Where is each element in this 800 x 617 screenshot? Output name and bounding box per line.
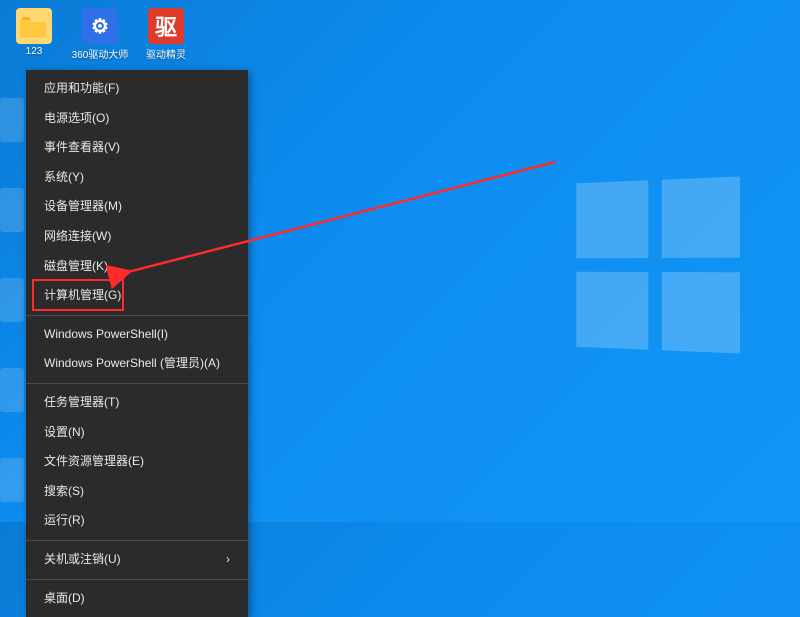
menu-separator [26,540,248,541]
menu-item-disk-mgmt[interactable]: 磁盘管理(K) [26,252,248,282]
app-icon: 驱 [148,8,184,44]
gear-icon: ⚙ [82,8,118,44]
icon-label: 360驱动大师 [72,46,129,61]
menu-item-run[interactable]: 运行(R) [26,506,248,536]
partial-icon[interactable] [0,458,24,502]
menu-separator [26,383,248,384]
partial-icon[interactable] [0,278,24,322]
desktop-icon-360drv[interactable]: ⚙ 360驱动大师 [78,8,122,61]
menu-item-device-manager[interactable]: 设备管理器(M) [26,192,248,222]
icon-label: 驱动精灵 [146,46,186,61]
menu-item-system[interactable]: 系统(Y) [26,163,248,193]
desktop-icon-123[interactable]: 123 [12,8,56,61]
menu-item-apps-features[interactable]: 应用和功能(F) [26,74,248,104]
menu-separator [26,315,248,316]
winx-context-menu: 应用和功能(F)电源选项(O)事件查看器(V)系统(Y)设备管理器(M)网络连接… [26,70,248,617]
desktop-icon-drvgenius[interactable]: 驱 驱动精灵 [144,8,188,61]
menu-item-event-viewer[interactable]: 事件查看器(V) [26,133,248,163]
partial-icon[interactable] [0,98,24,142]
menu-item-ps-admin[interactable]: Windows PowerShell (管理员)(A) [26,349,248,379]
menu-separator [26,579,248,580]
menu-item-settings[interactable]: 设置(N) [26,418,248,448]
menu-item-ps[interactable]: Windows PowerShell(I) [26,320,248,350]
partial-icon[interactable] [0,188,24,232]
icon-label: 123 [26,46,43,57]
menu-item-task-mgr[interactable]: 任务管理器(T) [26,388,248,418]
menu-item-computer-mgmt[interactable]: 计算机管理(G) [26,281,248,311]
menu-item-shutdown[interactable]: 关机或注销(U)› [26,545,248,575]
partial-icon[interactable] [0,368,24,412]
chevron-right-icon: › [226,552,230,568]
folder-icon [16,8,52,44]
menu-item-search[interactable]: 搜索(S) [26,477,248,507]
desktop-icons: 123 ⚙ 360驱动大师 驱 驱动精灵 [12,8,188,61]
menu-item-network-conn[interactable]: 网络连接(W) [26,222,248,252]
menu-item-power-options[interactable]: 电源选项(O) [26,104,248,134]
menu-item-file-explorer[interactable]: 文件资源管理器(E) [26,447,248,477]
menu-item-desktop[interactable]: 桌面(D) [26,584,248,614]
windows-logo [576,177,740,354]
desktop-icons-left-column [0,98,24,502]
